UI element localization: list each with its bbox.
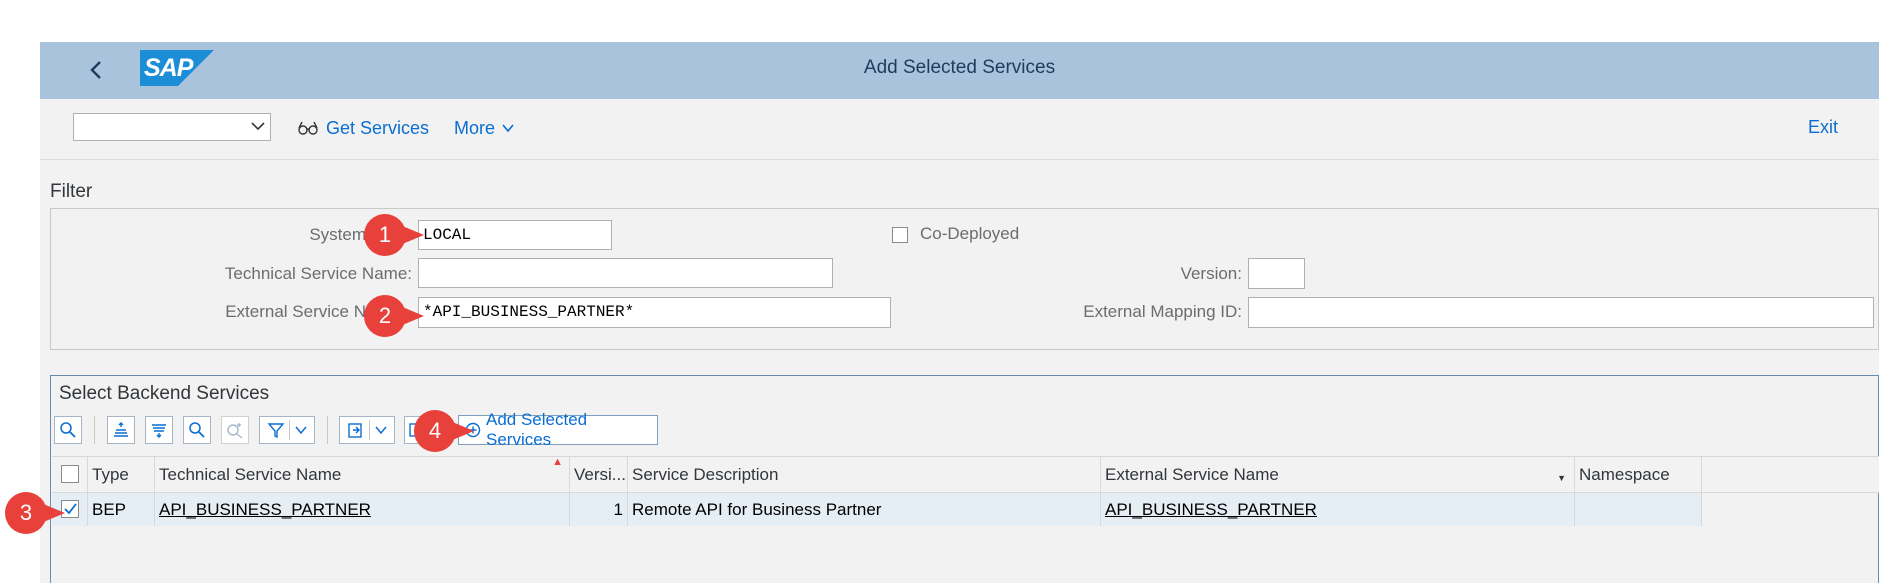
select-all-checkbox[interactable] [61,465,79,483]
callout-number: 3 [19,500,33,525]
sort-descending-button[interactable] [145,416,173,444]
column-header-label: Technical Service Name [159,465,342,484]
column-header-service-description[interactable]: Service Description [628,456,1101,493]
chevron-down-icon [294,426,307,435]
column-header-version[interactable]: Versi... [570,456,628,493]
cell-type: BEP [88,493,155,526]
select-all-cell [52,456,88,493]
export-icon [347,423,362,438]
column-header-namespace[interactable]: Namespace [1575,456,1702,493]
zoom-icon [60,422,76,438]
toolbar-separator [94,416,95,444]
chevron-down-icon [250,118,266,134]
cell-namespace [1575,493,1702,526]
sort-descending-icon [152,424,166,438]
callout-number: 4 [428,418,442,443]
ext-mapping-label: External Mapping ID: [1083,302,1242,321]
cell-external-service-name: API_BUSINESS_PARTNER [1101,493,1575,526]
external-service-name-link[interactable]: API_BUSINESS_PARTNER [1105,500,1317,519]
variant-dropdown[interactable] [73,113,271,141]
filter-icon [266,423,285,439]
column-header-external-service-name[interactable]: External Service Name ▼ [1101,456,1575,493]
callout-marker: 3 [3,490,71,541]
callout-marker: 2 [362,293,430,344]
cell-service-description: Remote API for Business Partner [628,493,1101,526]
column-header-type[interactable]: Type [88,456,155,493]
filter-title: Filter [50,181,93,202]
tech-name-field[interactable] [418,258,833,288]
filter-indicator-icon: ▼ [1557,473,1566,483]
find-next-button[interactable] [221,416,249,444]
glasses-icon [298,121,318,135]
system-label: System [309,225,366,244]
system-field[interactable]: LOCAL [418,220,612,250]
callout-number: 1 [378,222,392,247]
export-button[interactable] [339,416,395,444]
chevron-down-icon [502,124,514,133]
version-label: Version: [1180,264,1242,283]
backend-services-title: Select Backend Services [59,383,270,404]
cell-technical-service-name: API_BUSINESS_PARTNER [155,493,570,526]
callout-number: 2 [378,303,392,328]
ext-mapping-field[interactable] [1248,297,1874,328]
ext-name-label: External Service N [225,302,366,321]
search-icon [189,422,205,438]
sort-indicator-icon: ▲ [552,456,563,468]
filter-button[interactable] [259,416,315,444]
callout-marker: 4 [412,408,480,459]
get-services-label: Get Services [326,117,430,138]
tech-name-label: Technical Service Name: [224,264,412,283]
exit-button[interactable]: Exit [1808,117,1838,138]
sort-ascending-icon [114,422,128,437]
ext-name-field[interactable]: *API_BUSINESS_PARTNER* [418,297,891,328]
version-field[interactable] [1248,258,1305,289]
page-title: Add Selected Services [863,57,1056,78]
sort-ascending-button[interactable] [107,416,135,444]
column-header-label: External Service Name [1105,465,1279,484]
get-services-button[interactable]: Get Services [298,117,429,139]
codeployed-checkbox[interactable] [892,227,908,243]
add-selected-services-button[interactable]: Add Selected Services [458,410,658,449]
add-selected-services-label: Add Selected Services [486,410,588,449]
technical-service-name-link[interactable]: API_BUSINESS_PARTNER [159,500,371,519]
callout-marker: 1 [362,212,430,263]
more-button[interactable]: More [454,117,515,139]
details-button[interactable] [54,416,82,444]
toolbar-separator [327,416,328,444]
codeployed-label: Co-Deployed [920,224,1020,243]
column-header-technical-service-name[interactable]: Technical Service Name ▲ [155,456,570,493]
cell-version: 1 [570,493,628,526]
find-button[interactable] [183,416,211,444]
search-plus-icon [227,423,243,439]
more-label: More [454,117,496,138]
chevron-down-icon [374,426,387,435]
